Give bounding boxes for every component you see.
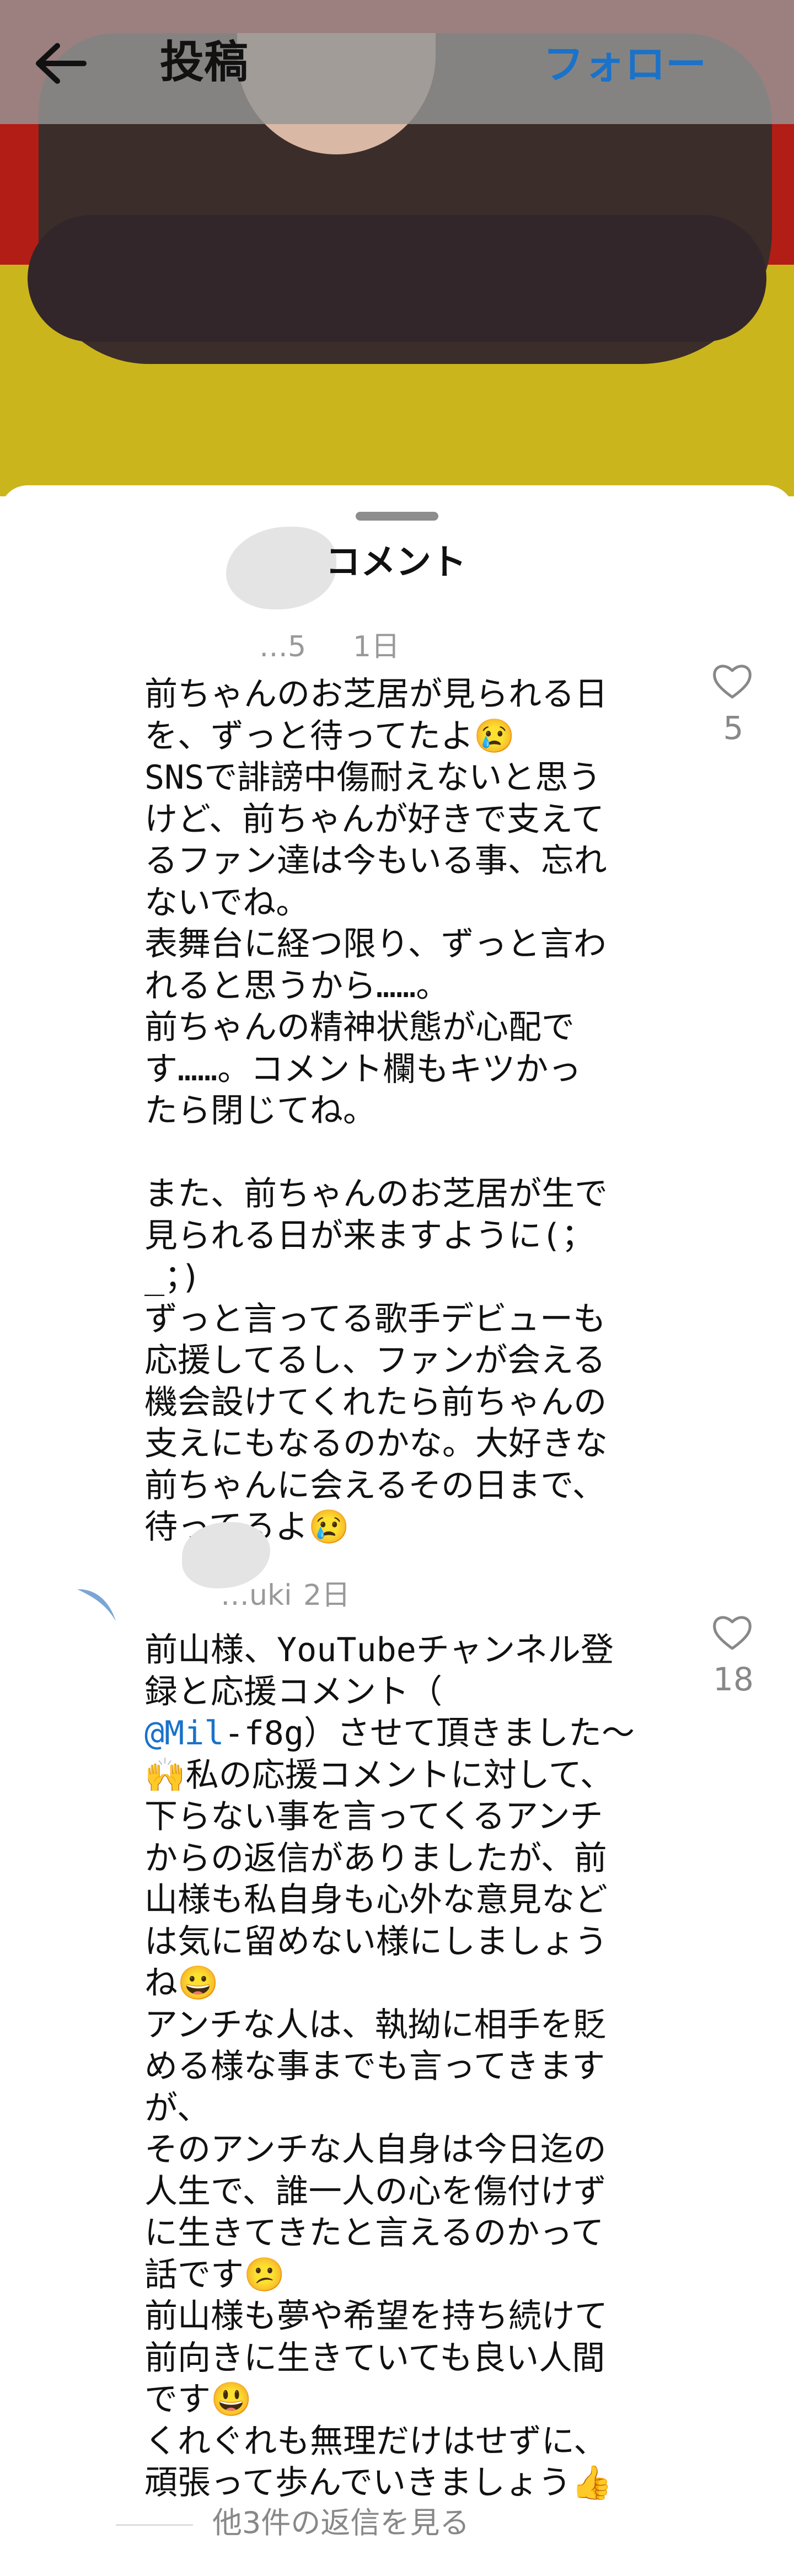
comment-line: ね😀 [144, 1964, 219, 2002]
comment-line: を、ずっと待ってたよ😢 [144, 716, 515, 756]
comment-line: 応援してるし、ファンが会える [144, 1341, 606, 1380]
arrow-left-icon[interactable] [33, 41, 88, 85]
comment-line: ないでね。 [144, 883, 309, 922]
comment-line: れると思うから……。 [144, 966, 449, 1005]
page-title: 投稿 [160, 36, 248, 88]
comment-line: 機会設けてくれたら前ちゃんの [144, 1383, 607, 1422]
comment-line: るファン達は今もいる事、忘れ [144, 842, 607, 880]
comment-line: 山様も私自身も心外な意見など [144, 1881, 608, 1919]
comment-line: そのアンチな人自身は今日迄の [144, 2130, 607, 2169]
heart-outline-icon[interactable] [711, 1613, 753, 1652]
comment-line: SNSで誹謗中傷耐えないと思う [144, 758, 602, 797]
comment-line: @Mil-f8g）させて頂きました〜 [144, 1714, 635, 1753]
comment-line: は気に留めない様にしましょう [144, 1922, 608, 1961]
comment-line: 前山様、YouTubeチャンネル登 [144, 1631, 614, 1669]
comment-time: 1日 [353, 630, 400, 663]
avatar-placeholder [226, 527, 336, 609]
comment-line: 前ちゃんの精神状態が心配で [144, 1008, 575, 1047]
comment-line: たら閉じてね。 [144, 1091, 376, 1130]
comment-line: アンチな人は、執拗に相手を貶 [144, 2005, 607, 2044]
comment-line: 見られる日が来ますように(； [144, 1216, 595, 1255]
comment-line: が、 [144, 2088, 210, 2128]
mention-link[interactable]: @Mil [144, 1714, 224, 1753]
comment-line: 前ちゃんに会えるその日まで、 [144, 1466, 605, 1505]
comment-line: ずっと言ってる歌手デビューも [144, 1299, 606, 1338]
comment-line: 人生で、誰一人の心を傷付けず [144, 2172, 607, 2211]
comment-text: 前山様、YouTubeチャンネル登 録と応援コメント（ @Mil-f8g）させて… [144, 1630, 652, 2504]
like-count: 5 [723, 709, 744, 747]
comment-line: 話です😕 [144, 2255, 285, 2294]
comment-line: 録と応援コメント（ [144, 1672, 442, 1711]
comment-line: 支えにもなるのかな。大好きな [144, 1424, 608, 1463]
follow-button[interactable]: フォロー [543, 34, 706, 95]
like-count: 18 [713, 1661, 754, 1698]
comment-line: です😃 [144, 2380, 252, 2419]
heart-outline-icon[interactable] [711, 662, 753, 700]
comment-line: める様な事までも言ってきます [144, 2047, 605, 2086]
replies-divider [116, 2524, 193, 2526]
comment-line: 前ちゃんのお芝居が見られる日 [144, 675, 608, 714]
drag-handle[interactable] [356, 512, 438, 521]
comment-text: 前ちゃんのお芝居が見られる日 を、ずっと待ってたよ😢 SNSで誹謗中傷耐えないと… [144, 674, 652, 1549]
top-bar: 投稿 フォロー [0, 0, 794, 124]
comment-meta: …5 1日 [0, 629, 551, 673]
comment-line: くれぐれも無理だけはせずに、 [144, 2422, 607, 2461]
view-replies-link[interactable]: 他3件の返信を見る [212, 2504, 469, 2542]
comment-line: _；) [144, 1258, 201, 1297]
comment-line: 🙌私の応援コメントに対して、 [144, 1755, 613, 1795]
comment-line: けど、前ちゃんが好きで支えて [144, 800, 604, 839]
comment-meta: …uki 2日 [0, 1577, 551, 1621]
comment-line: に生きてきたと言えるのかって [144, 2214, 604, 2252]
comment-line: 表舞台に経つ限り、ずっと言わ [144, 925, 607, 963]
photo-arms [28, 215, 766, 342]
comment-line: 頑張って歩んでいきましょう👍 [144, 2463, 613, 2502]
comment-line: す……。コメント欄もキツかっ [144, 1049, 582, 1089]
comment-line: また、前ちゃんのお芝居が生で [144, 1175, 608, 1213]
comment-line: 前山様も夢や希望を持ち続けて [144, 2297, 608, 2336]
comment-line: 前向きに生きていても良い人間 [144, 2338, 605, 2377]
comment-username[interactable]: …uki [221, 1576, 292, 1615]
comment-line: 下らない事を言ってくるアンチ [144, 1797, 603, 1836]
comment-line: からの返信がありましたが、前 [144, 1839, 607, 1878]
comment-time: 2日 [303, 1579, 351, 1612]
sheet-title: コメント [325, 542, 466, 583]
comment-username[interactable]: …5 [259, 628, 306, 666]
